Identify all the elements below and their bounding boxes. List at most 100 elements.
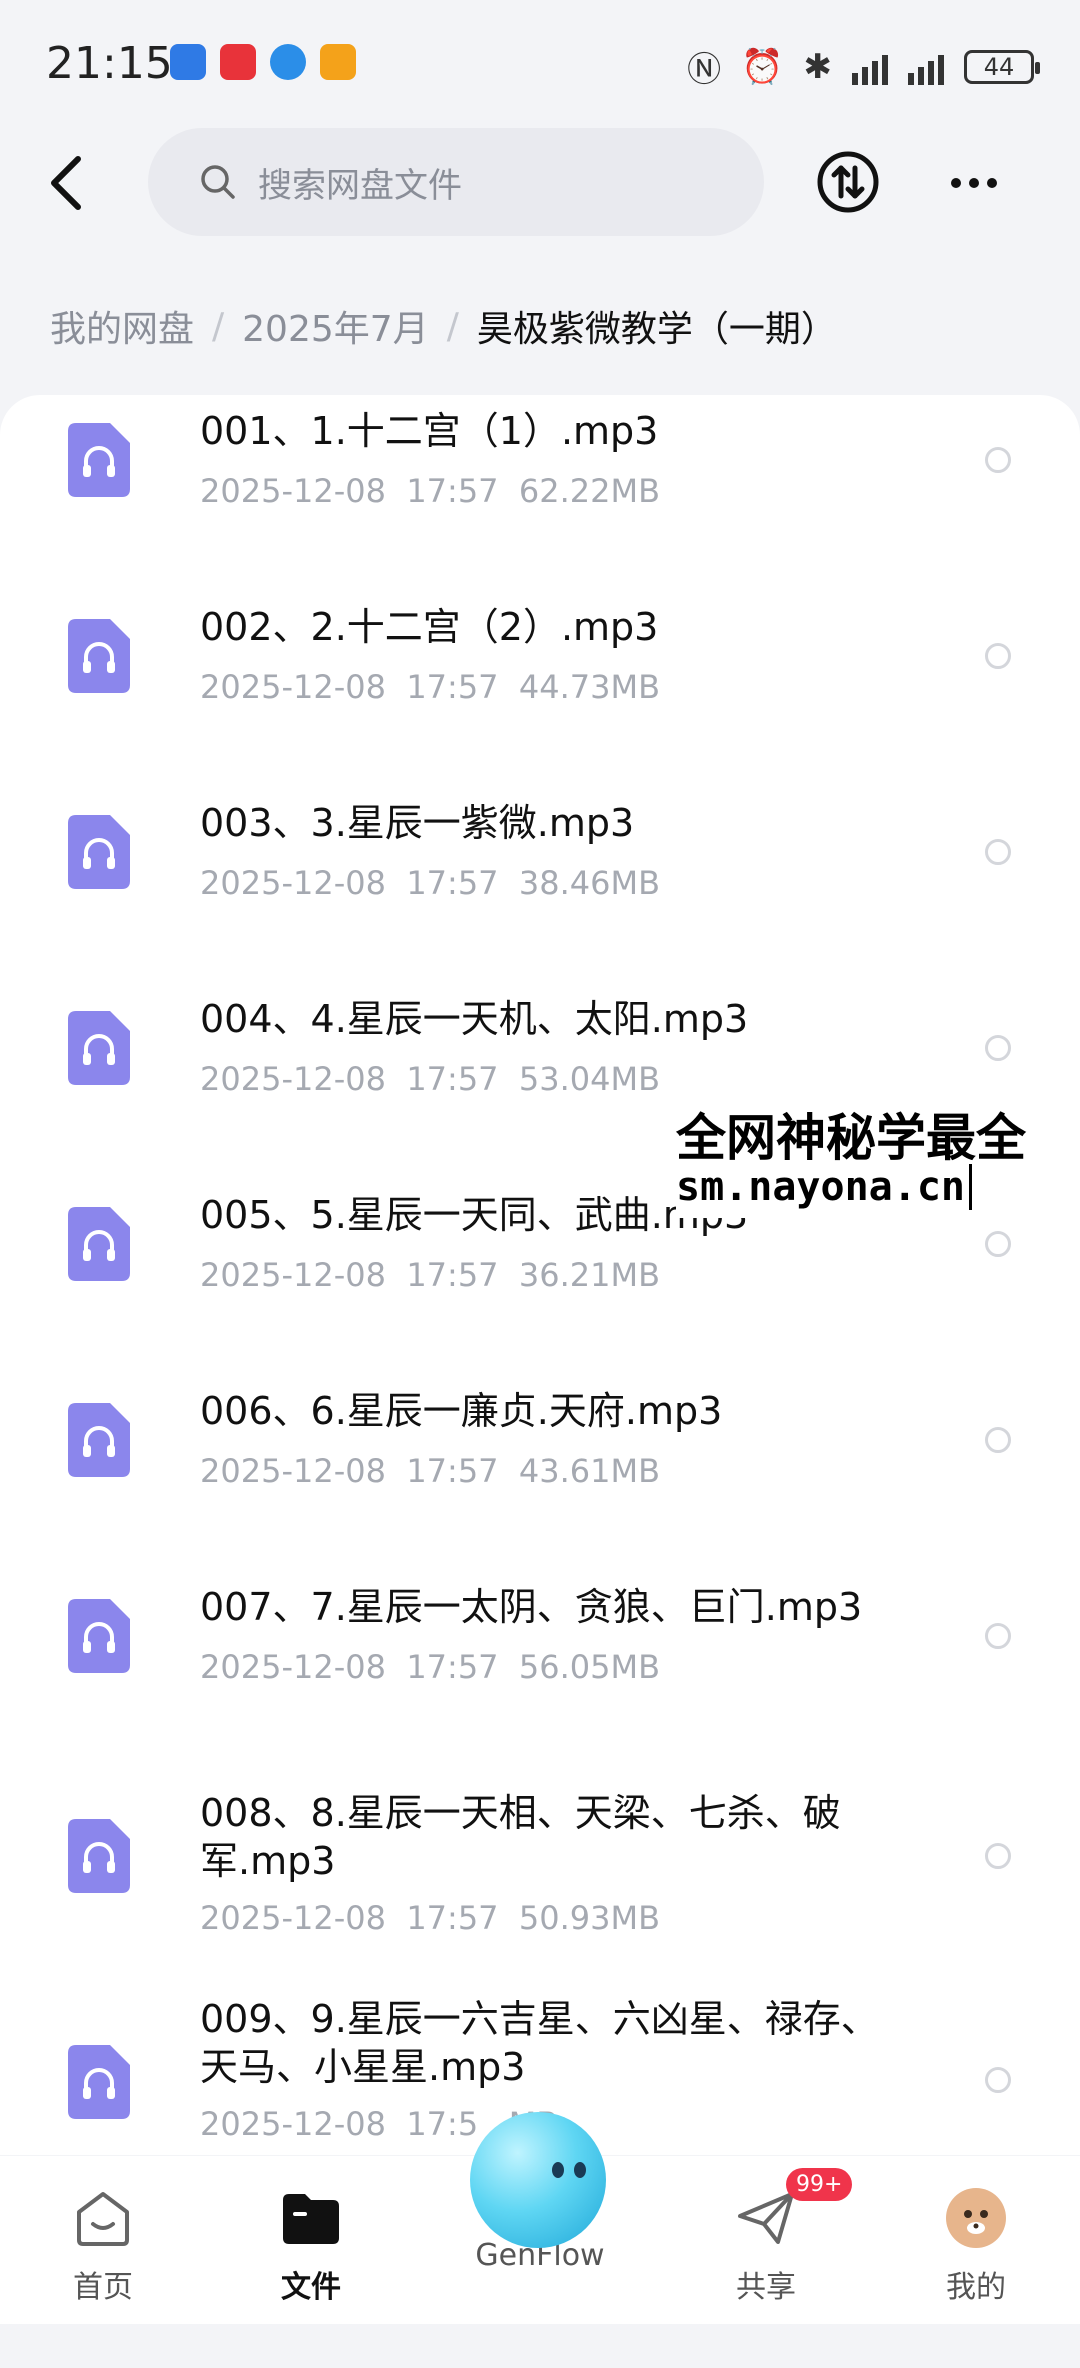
file-name: 004、4.星辰一天机、太阳.mp3 [200,997,749,1041]
nav-files[interactable]: 文件 [231,2186,391,2316]
file-name: 006、6.星辰一廉贞.天府.mp3 [200,1389,723,1433]
nav-home[interactable]: 首页 [23,2186,183,2316]
more-icon [951,178,961,188]
header: 搜索网盘文件 [0,128,1080,238]
alarm-icon: ⏰ [741,46,784,87]
nav-share[interactable]: 共享 [686,2186,846,2316]
select-checkbox[interactable] [985,1427,1011,1453]
audio-file-icon [68,815,130,889]
breadcrumb-item[interactable]: 2025年7月 [242,300,429,352]
nfc-icon: Ⓝ [687,50,722,90]
system-icons: Ⓝ ⏰ ✱ 44 [687,42,1040,91]
audio-file-icon [68,1011,130,1085]
file-date: 2025-12-08 17:57 [200,1256,499,1294]
nav-label: 共享 [736,2270,796,2305]
file-date: 2025-12-08 17:57 [200,1899,499,1937]
select-checkbox[interactable] [985,1231,1011,1257]
back-icon [51,156,81,210]
audio-file-icon [68,619,130,693]
file-list: 001、1.十二宫（1）.mp3 2025-12-08 17:57 62.22M… [0,395,1080,2155]
file-date: 2025-12-08 17:57 [200,1060,499,1098]
file-name: 008、8.星辰一天相、天梁、七杀、破军.mp3 [200,1791,841,1883]
file-date: 2025-12-08 17:57 [200,864,499,902]
file-meta: 2025-12-08 17:57 53.04MB [200,1060,660,1098]
status-time: 21:15 [46,38,173,89]
folder-icon [283,2194,339,2244]
file-size: 50.93MB [518,1899,661,1937]
file-meta: 2025-12-08 17:57 50.93MB [200,1899,660,1937]
select-checkbox[interactable] [985,1035,1011,1061]
app-notification-icon [220,44,256,80]
app-notification-icon [170,44,206,80]
signal-icon [908,49,944,85]
file-size: 53.04MB [518,1060,661,1098]
transfer-button[interactable] [816,150,880,214]
genflow-icon[interactable] [470,2112,606,2248]
nav-genflow[interactable]: GenFlow [460,2238,620,2368]
file-meta: 2025-12-08 17:57 43.61MB [200,1452,660,1490]
breadcrumb: 我的网盘 / 2025年7月 / 昊极紫微教学（一期） [50,300,837,352]
file-date: 2025-12-08 17:57 [200,1648,499,1686]
sort-icon [817,151,879,213]
home-icon [77,2192,129,2246]
audio-file-icon [68,2045,130,2119]
watermark-overlay: 全网神秘学最全 sm.nayona.cn [676,1098,1080,1218]
file-name: 001、1.十二宫（1）.mp3 [200,409,659,453]
file-date: 2025-12-08 17:5 [200,2105,479,2143]
back-button[interactable] [36,148,96,218]
watermark-line1: 全网神秘学最全 [676,1109,1026,1167]
select-checkbox[interactable] [985,1623,1011,1649]
more-button[interactable] [944,158,1004,208]
file-meta: 2025-12-08 17:57 56.05MB [200,1648,660,1686]
select-checkbox[interactable] [985,643,1011,669]
breadcrumb-current: 昊极紫微教学（一期） [476,309,837,350]
nav-label: 首页 [73,2270,133,2305]
file-meta: 2025-12-08 17:57 62.22MB [200,472,660,510]
file-meta: 2025-12-08 17:57 38.46MB [200,864,660,902]
nav-label: 我的 [946,2270,1006,2305]
file-size: 62.22MB [518,472,661,510]
audio-file-icon [68,1207,130,1281]
watermark-line2: sm.nayona.cn [676,1164,972,1210]
nav-mine[interactable]: 我的 [896,2186,1056,2316]
file-meta: 2025-12-08 17:57 44.73MB [200,668,660,706]
search-placeholder: 搜索网盘文件 [258,165,462,206]
select-checkbox[interactable] [985,1843,1011,1869]
file-name: 009、9.星辰一六吉星、六凶星、禄存、天马、小星星.mp3 [200,1997,879,2089]
share-icon [738,2192,794,2244]
bluetooth-icon: ✱ [803,46,833,87]
audio-file-icon [68,1599,130,1673]
breadcrumb-separator: / [212,305,225,347]
file-size: 43.61MB [518,1452,661,1490]
file-name: 003、3.星辰一紫微.mp3 [200,801,635,845]
avatar-icon [946,2188,1006,2248]
breadcrumb-separator: / [446,305,459,347]
app-notification-icon [270,44,306,80]
file-date: 2025-12-08 17:57 [200,1452,499,1490]
notification-icons [170,44,356,80]
select-checkbox[interactable] [985,2067,1011,2093]
breadcrumb-item[interactable]: 我的网盘 [50,300,194,352]
search-icon [201,165,235,199]
file-date: 2025-12-08 17:57 [200,668,499,706]
file-name: 002、2.十二宫（2）.mp3 [200,605,659,649]
file-size: 38.46MB [518,864,661,902]
audio-file-icon [68,1403,130,1477]
file-size: 36.21MB [518,1256,661,1294]
status-bar: 21:15 Ⓝ ⏰ ✱ 44 [0,0,1080,130]
select-checkbox[interactable] [985,839,1011,865]
audio-file-icon [68,1819,130,1893]
select-checkbox[interactable] [985,447,1011,473]
search-input[interactable]: 搜索网盘文件 [148,128,764,236]
file-size: 56.05MB [518,1648,661,1686]
share-badge: 99+ [786,2168,853,2201]
file-meta: 2025-12-08 17:57 36.21MB [200,1256,660,1294]
file-size: 44.73MB [518,668,661,706]
signal-icon [852,49,888,85]
nav-label: 文件 [281,2270,341,2305]
audio-file-icon [68,423,130,497]
file-name: 007、7.星辰一太阴、贪狼、巨门.mp3 [200,1585,863,1629]
battery-level: 44 [983,52,1015,81]
battery-icon: 44 [964,49,1040,84]
app-notification-icon [320,44,356,80]
